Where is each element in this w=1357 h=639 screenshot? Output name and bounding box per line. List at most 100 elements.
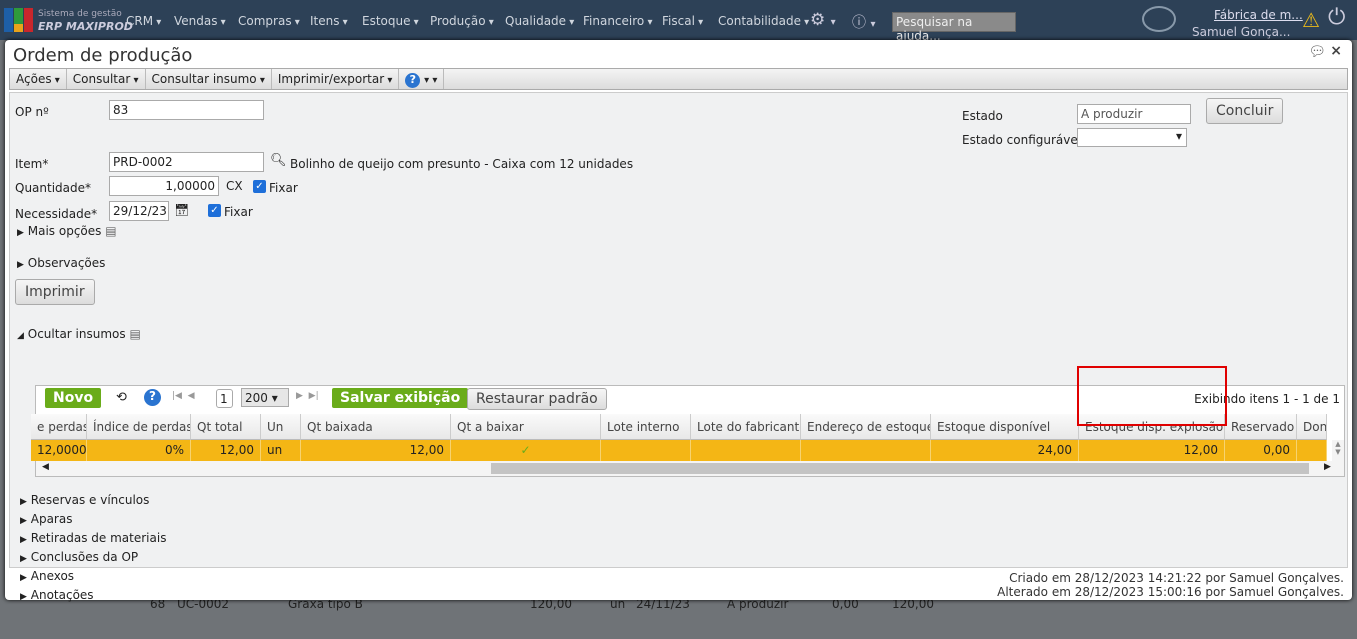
quantity-unit: CX bbox=[226, 179, 243, 193]
horizontal-scrollbar[interactable]: ◀ ▶ bbox=[36, 461, 1344, 476]
close-icon[interactable]: × bbox=[1330, 43, 1342, 59]
column-header[interactable]: Lote do fabricante bbox=[691, 414, 801, 440]
conf-state-label: Estado configurável bbox=[962, 133, 1082, 147]
column-header[interactable]: Lote interno bbox=[601, 414, 691, 440]
section-attachments[interactable]: ▶ Anexos bbox=[20, 569, 74, 583]
table-cell[interactable]: 12,00 bbox=[301, 440, 451, 461]
item-input[interactable]: PRD-0002 bbox=[109, 152, 264, 172]
save-view-button[interactable]: Salvar exibição bbox=[332, 388, 469, 408]
quantity-input[interactable]: 1,00000 bbox=[109, 176, 219, 196]
table-cell[interactable]: 24,00 bbox=[931, 440, 1079, 461]
search-icon[interactable]: 🔍︎ bbox=[270, 153, 287, 168]
vertical-scrollbar[interactable]: ▲ ▼ bbox=[1332, 440, 1344, 461]
column-header[interactable]: Don bbox=[1297, 414, 1327, 440]
page-size-value: 200 bbox=[245, 391, 268, 405]
power-icon[interactable]: ⏻ bbox=[1328, 5, 1345, 30]
section-scraps[interactable]: ▶ Aparas bbox=[20, 512, 72, 526]
table-cell[interactable]: 0,00 bbox=[1225, 440, 1297, 461]
hide-inputs-toggle[interactable]: ◢ Ocultar insumos ▤ bbox=[17, 327, 141, 341]
table-cell[interactable]: un bbox=[261, 440, 301, 461]
consult-input-menu[interactable]: Consultar insumo bbox=[146, 69, 272, 89]
top-nav-bar: Sistema de gestão ERP MAXIPROD CRM Venda… bbox=[0, 0, 1357, 43]
column-header[interactable]: Índice de perdas bbox=[87, 414, 191, 440]
form-area: OP nº 83 Estado A produzir Concluir Esta… bbox=[9, 92, 1348, 602]
item-description: Bolinho de queijo com presunto - Caixa c… bbox=[290, 157, 634, 171]
column-header[interactable]: Reservado bbox=[1225, 414, 1297, 440]
user-menu[interactable]: Samuel Gonça... bbox=[1192, 25, 1290, 39]
scroll-right-icon[interactable]: ▶ bbox=[1324, 462, 1331, 472]
op-number-input[interactable]: 83 bbox=[109, 100, 264, 120]
print-export-menu[interactable]: Imprimir/exportar bbox=[272, 69, 400, 89]
section-reservations[interactable]: ▶ Reservas e vínculos bbox=[20, 493, 149, 507]
chat-icon[interactable] bbox=[1142, 6, 1176, 32]
new-button[interactable]: Novo bbox=[45, 388, 102, 408]
brand-line1: Sistema de gestão bbox=[38, 9, 122, 19]
help-search-input[interactable]: Pesquisar na ajuda... bbox=[892, 12, 1016, 43]
first-page-icon[interactable]: |◀ ◀ bbox=[172, 391, 195, 401]
column-header[interactable]: Endereço de estoque bbox=[801, 414, 931, 440]
logo bbox=[4, 8, 34, 32]
state-input[interactable]: A produzir bbox=[1077, 104, 1191, 124]
section-withdrawals[interactable]: ▶ Retiradas de materiais bbox=[20, 531, 166, 545]
conclude-button[interactable]: Concluir bbox=[1206, 98, 1284, 124]
gear-icon[interactable]: ⚙ ▾ bbox=[810, 10, 836, 30]
company-link[interactable]: Fábrica de m... bbox=[1214, 8, 1303, 22]
annotation-highlight-box bbox=[1077, 366, 1227, 426]
menu-vendas[interactable]: Vendas bbox=[174, 14, 226, 28]
menu-estoque[interactable]: Estoque bbox=[362, 14, 419, 28]
table-cell[interactable]: 12,00000 bbox=[31, 440, 87, 461]
column-header[interactable]: Qt total bbox=[191, 414, 261, 440]
menu-fiscal[interactable]: Fiscal bbox=[662, 14, 703, 28]
window-title: Ordem de produção bbox=[13, 45, 193, 66]
fix-date-checkbox[interactable]: ✓ bbox=[208, 204, 221, 217]
column-header[interactable]: Un bbox=[261, 414, 301, 440]
observations-label: Observações bbox=[27, 256, 106, 270]
help-menu[interactable]: ? ▾ bbox=[399, 69, 445, 89]
section-conclusions[interactable]: ▶ Conclusões da OP bbox=[20, 550, 138, 564]
need-date-input[interactable]: 29/12/23 bbox=[109, 201, 169, 221]
menu-qualidade[interactable]: Qualidade bbox=[505, 14, 574, 28]
print-button[interactable]: Imprimir bbox=[15, 279, 95, 305]
page-size-select[interactable]: 200 ▾ bbox=[241, 388, 289, 407]
column-header[interactable]: Qt a baixar bbox=[451, 414, 601, 440]
comment-icon[interactable]: 💬︎ bbox=[1308, 44, 1326, 60]
actions-menu[interactable]: Ações bbox=[10, 69, 67, 89]
menu-compras[interactable]: Compras bbox=[238, 14, 300, 28]
table-cell[interactable] bbox=[691, 440, 801, 461]
warning-icon[interactable]: ⚠ bbox=[1302, 8, 1320, 32]
page-input[interactable]: 1 bbox=[216, 389, 233, 408]
table-cell[interactable] bbox=[801, 440, 931, 461]
last-page-icon[interactable]: ▶ ▶| bbox=[296, 391, 319, 401]
created-info: Criado em 28/12/2023 14:21:22 por Samuel… bbox=[1009, 571, 1344, 585]
table-cell[interactable] bbox=[1297, 440, 1327, 461]
menu-crm[interactable]: CRM bbox=[126, 14, 161, 28]
section-notes[interactable]: ▶ Anotações bbox=[20, 588, 94, 602]
menu-contabilidade[interactable]: Contabilidade bbox=[718, 14, 809, 28]
altered-info: Alterado em 28/12/2023 15:00:16 por Samu… bbox=[997, 585, 1344, 599]
section-label: Conclusões da OP bbox=[30, 550, 139, 564]
refresh-icon[interactable]: ⟲ bbox=[116, 390, 127, 405]
column-header[interactable]: Estoque disponível bbox=[931, 414, 1079, 440]
menu-financeiro[interactable]: Financeiro bbox=[583, 14, 652, 28]
scrollbar-thumb[interactable] bbox=[491, 463, 1309, 474]
consult-menu[interactable]: Consultar bbox=[67, 69, 146, 89]
window-toolbar: Ações Consultar Consultar insumo Imprimi… bbox=[9, 68, 1348, 90]
menu-itens[interactable]: Itens bbox=[310, 14, 348, 28]
restore-default-button[interactable]: Restaurar padrão bbox=[467, 388, 607, 410]
table-cell[interactable]: 12,00 bbox=[1079, 440, 1225, 461]
table-cell[interactable]: 12,00 bbox=[191, 440, 261, 461]
grid-help-icon[interactable]: ? bbox=[144, 389, 161, 406]
fix-date-label: Fixar bbox=[224, 205, 253, 219]
observations-toggle[interactable]: ▶ Observações bbox=[17, 256, 105, 270]
help-icon[interactable]: ⓘ ▾ bbox=[852, 12, 875, 32]
scroll-left-icon[interactable]: ◀ bbox=[42, 462, 49, 472]
fix-quantity-checkbox[interactable]: ✓ bbox=[253, 180, 266, 193]
column-header[interactable]: e perdas bbox=[31, 414, 87, 440]
conf-state-select[interactable]: ▾ bbox=[1077, 128, 1187, 147]
menu-producao[interactable]: Produção bbox=[430, 14, 494, 28]
calendar-icon[interactable]: 📅︎ bbox=[174, 203, 189, 217]
column-header[interactable]: Qt baixada bbox=[301, 414, 451, 440]
table-cell[interactable]: 0% bbox=[87, 440, 191, 461]
more-options-toggle[interactable]: ▶ Mais opções ▤ bbox=[17, 224, 117, 238]
table-cell[interactable] bbox=[601, 440, 691, 461]
